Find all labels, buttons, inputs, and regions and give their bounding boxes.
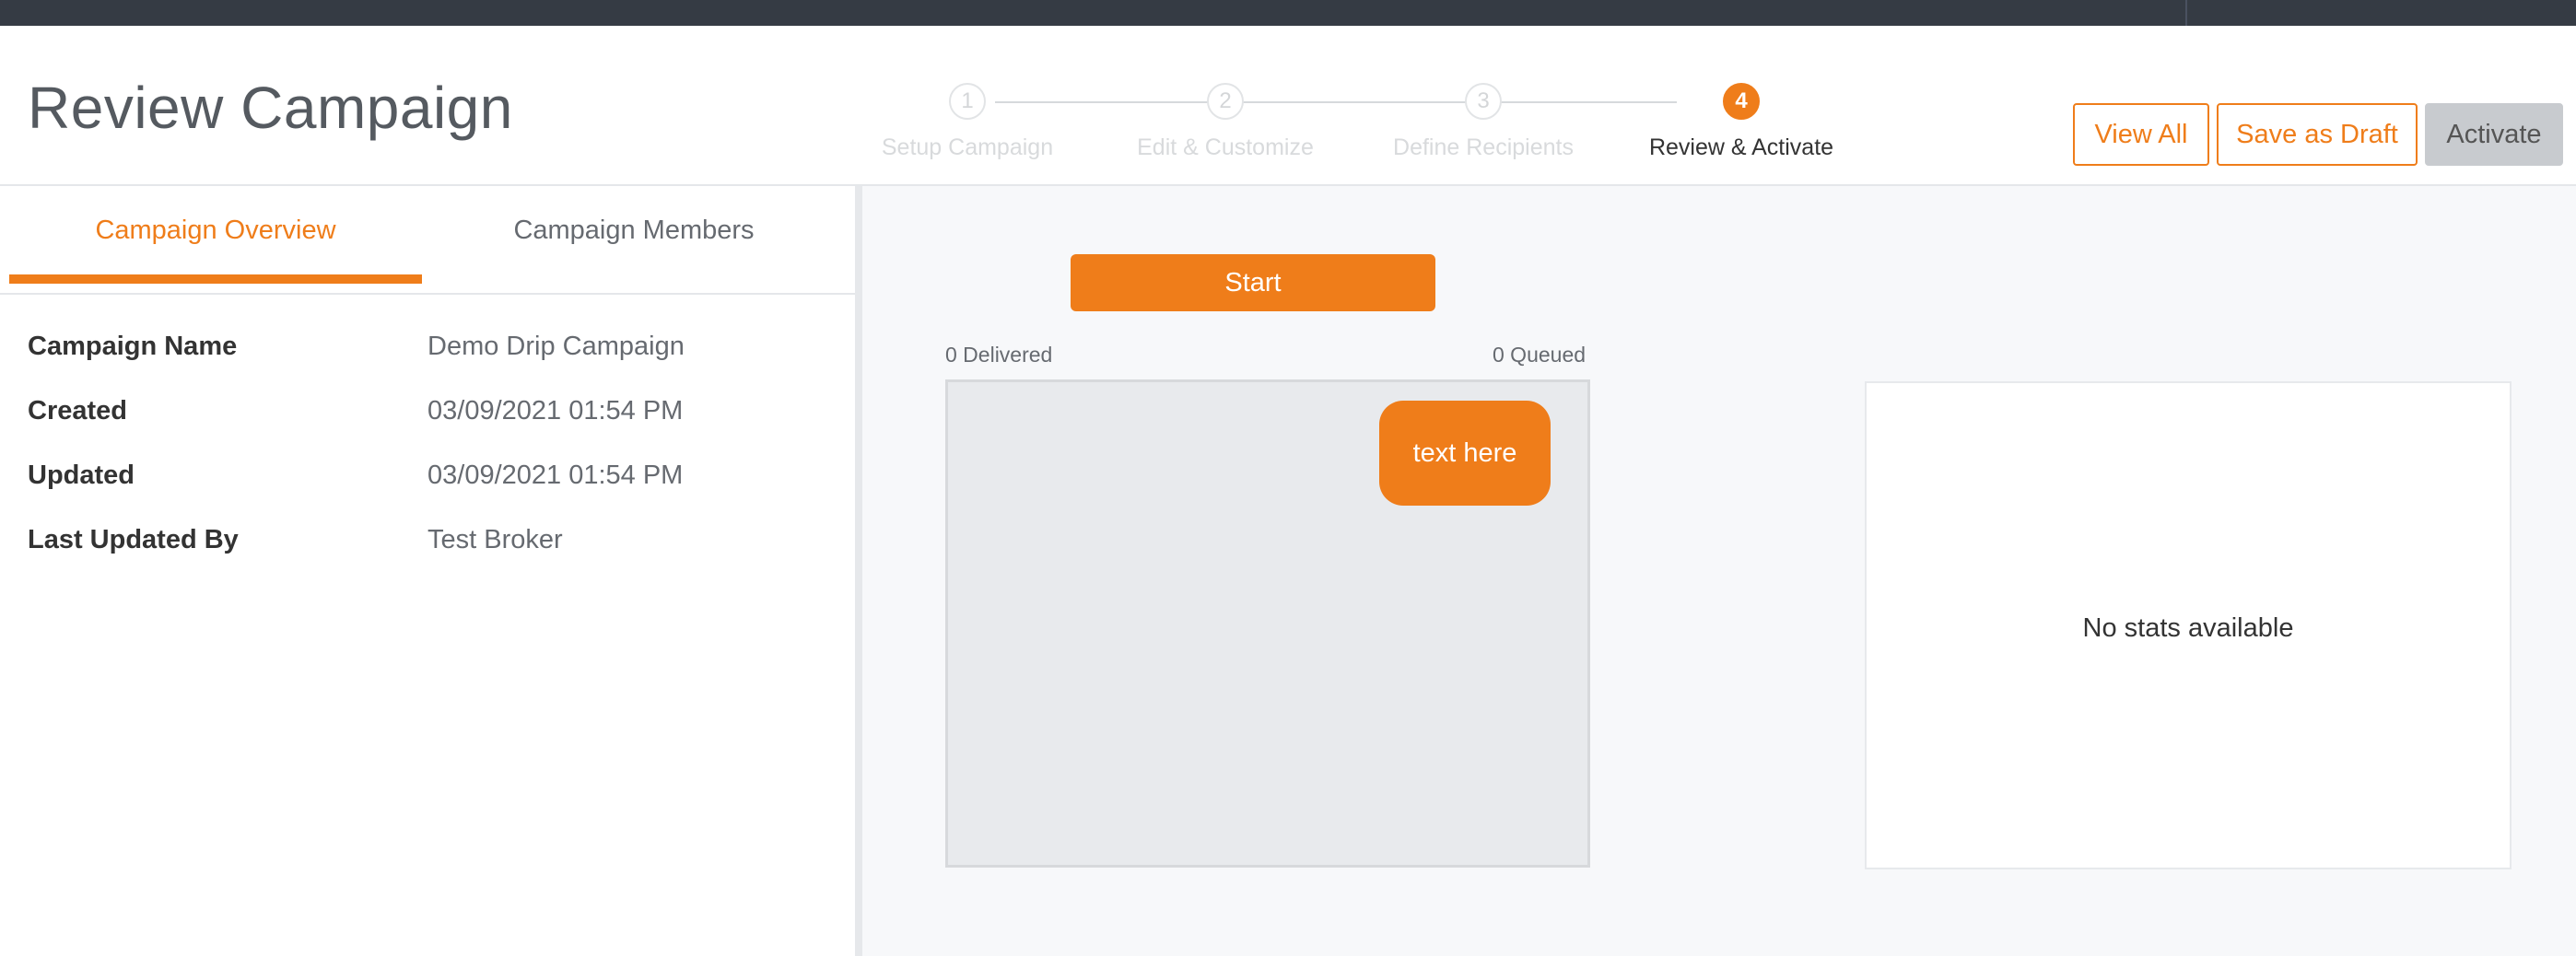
active-tab-indicator <box>9 274 422 284</box>
stats-panel: No stats available <box>1865 381 2512 869</box>
details-tabs: Campaign Overview Campaign Members <box>0 186 855 295</box>
step-label: Review & Activate <box>1648 134 1834 160</box>
queued-count: 0 Queued <box>1493 343 1587 367</box>
info-value: Test Broker <box>427 525 563 554</box>
page-header: Review Campaign 1 Setup Campaign 2 Edit … <box>0 26 2576 186</box>
step-label: Setup Campaign <box>881 134 1054 160</box>
delivered-count: 0 Delivered <box>945 343 1053 367</box>
info-value: 03/09/2021 01:54 PM <box>427 461 684 490</box>
panel-resize-handle[interactable] <box>855 186 862 956</box>
flow-canvas[interactable]: text here <box>945 379 1590 868</box>
campaign-stepper: 1 Setup Campaign 2 Edit & Customize 3 De… <box>857 74 1833 166</box>
info-value: 03/09/2021 01:54 PM <box>427 396 684 426</box>
view-all-button[interactable]: View All <box>2073 103 2209 166</box>
no-stats-message: No stats available <box>2082 613 2294 643</box>
tab-campaign-members[interactable]: Campaign Members <box>422 186 846 284</box>
save-as-draft-button[interactable]: Save as Draft <box>2217 103 2418 166</box>
info-value: Demo Drip Campaign <box>427 332 685 361</box>
page-title: Review Campaign <box>28 75 513 141</box>
info-label: Last Updated By <box>28 525 239 554</box>
step-define-recipients[interactable]: 3 Define Recipients <box>1373 74 1594 161</box>
message-node[interactable]: text here <box>1379 401 1551 506</box>
step-label: Define Recipients <box>1393 134 1574 160</box>
info-label: Campaign Name <box>28 332 238 361</box>
top-bar-divider <box>2185 0 2187 26</box>
step-number: 1 <box>949 83 986 120</box>
top-bar <box>0 0 2576 26</box>
info-label: Updated <box>28 461 135 490</box>
step-number: 3 <box>1465 83 1502 120</box>
step-number: 2 <box>1207 83 1244 120</box>
step-number: 4 <box>1723 83 1760 120</box>
step-label: Edit & Customize <box>1137 134 1314 160</box>
step-edit-customize[interactable]: 2 Edit & Customize <box>1115 74 1336 161</box>
campaign-flow-panel: Start 0 Delivered 0 Queued text here No … <box>862 186 2576 956</box>
step-setup-campaign[interactable]: 1 Setup Campaign <box>857 74 1078 161</box>
activate-button[interactable]: Activate <box>2425 103 2563 166</box>
start-button[interactable]: Start <box>1071 254 1435 311</box>
step-review-activate[interactable]: 4 Review & Activate <box>1631 74 1852 161</box>
campaign-details-panel: Campaign Overview Campaign Members Campa… <box>0 186 855 956</box>
tab-campaign-overview[interactable]: Campaign Overview <box>9 186 422 284</box>
info-label: Created <box>28 396 127 426</box>
